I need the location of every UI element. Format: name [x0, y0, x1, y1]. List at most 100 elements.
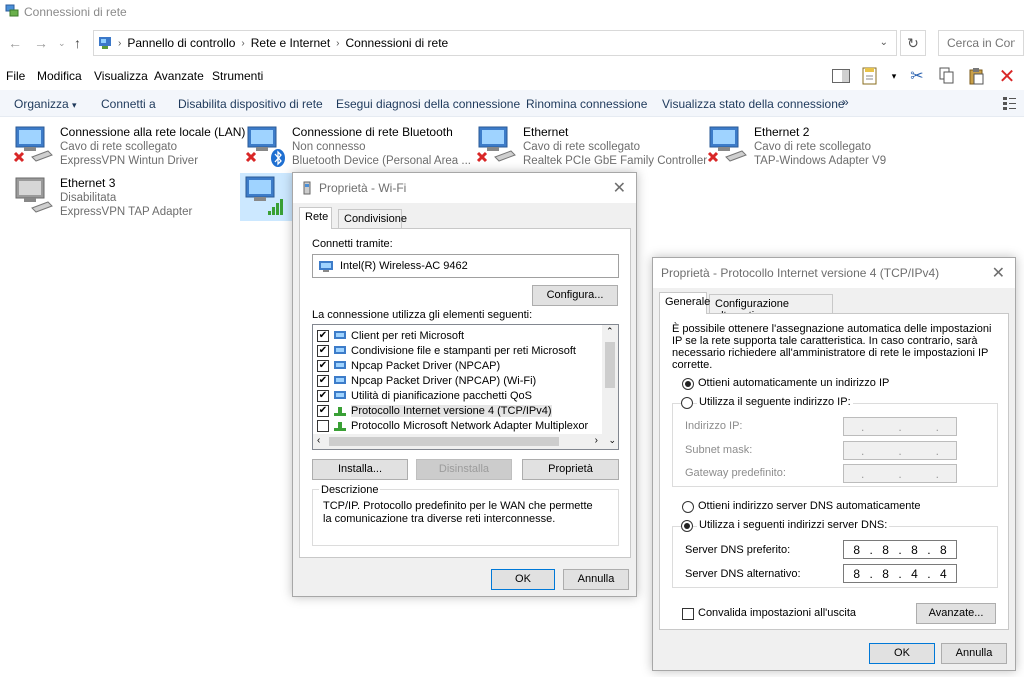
- list-item[interactable]: ✔ Utilità di pianificazione pacchetti Qo…: [317, 388, 532, 403]
- menu-tools[interactable]: Strumenti: [212, 69, 263, 83]
- service-icon: [334, 345, 346, 354]
- list-item[interactable]: ✔ Client per reti Microsoft: [317, 328, 464, 343]
- close-icon[interactable]: ✕: [613, 178, 626, 198]
- auto-ip-label[interactable]: Ottieni automaticamente un indirizzo IP: [698, 377, 889, 389]
- breadcrumb-control-panel[interactable]: Pannello di controllo: [127, 36, 235, 50]
- view-status-button[interactable]: Visualizza stato della connessione: [662, 97, 845, 111]
- scroll-thumb[interactable]: [329, 437, 559, 446]
- cancel-button[interactable]: Annulla: [941, 643, 1007, 664]
- preview-pane-icon[interactable]: [830, 65, 852, 87]
- up-arrow-icon[interactable]: ↑: [74, 35, 81, 51]
- preferred-dns-field[interactable]: 8. 8. 8. 8: [843, 540, 957, 559]
- adapter-field: Intel(R) Wireless-AC 9462: [312, 254, 619, 278]
- ip-address-field[interactable]: . . .: [843, 417, 957, 436]
- menu-file[interactable]: File: [6, 69, 25, 83]
- scroll-thumb[interactable]: [605, 342, 615, 388]
- address-row: ← → ⌄ ↑ › Pannello di controllo › Rete e…: [0, 28, 1024, 58]
- scroll-down-icon[interactable]: ⌄: [608, 435, 616, 446]
- tab-alternate-configuration[interactable]: Configurazione alternativa: [709, 294, 833, 322]
- auto-ip-radio[interactable]: [682, 378, 694, 390]
- breadcrumb-network-connections[interactable]: Connessioni di rete: [346, 36, 449, 50]
- connection-device: ExpressVPN Wintun Driver: [60, 155, 199, 167]
- connect-using-label: Connetti tramite:: [312, 238, 393, 250]
- list-item[interactable]: ✔ Condivisione file e stampanti per reti…: [317, 343, 576, 358]
- item-checkbox[interactable]: ✔: [317, 344, 329, 357]
- connection-device: ExpressVPN TAP Adapter: [60, 206, 193, 218]
- item-checkbox[interactable]: ✔: [317, 329, 329, 342]
- menu-advanced[interactable]: Avanzate: [154, 69, 204, 83]
- connection-name: Ethernet: [523, 125, 569, 139]
- properties-icon[interactable]: [860, 65, 882, 87]
- disable-device-button[interactable]: Disabilita dispositivo di rete: [178, 97, 323, 111]
- list-item[interactable]: ✔ Protocollo Internet versione 4 (TCP/IP…: [317, 403, 552, 418]
- manual-dns-radio[interactable]: [681, 520, 693, 532]
- horizontal-scrollbar[interactable]: ‹ › ⌄: [313, 434, 618, 449]
- menu-view[interactable]: Visualizza: [94, 69, 148, 83]
- advanced-button[interactable]: Avanzate...: [916, 603, 996, 624]
- gateway-field[interactable]: . . .: [843, 464, 957, 483]
- item-checkbox[interactable]: [317, 419, 329, 432]
- paste-icon[interactable]: [966, 65, 988, 87]
- item-checkbox[interactable]: ✔: [317, 374, 329, 387]
- install-button[interactable]: Installa...: [312, 459, 408, 480]
- list-item[interactable]: ✔ Npcap Packet Driver (NPCAP) (Wi-Fi): [317, 373, 536, 388]
- menu-edit[interactable]: Modifica: [37, 69, 82, 83]
- delete-icon[interactable]: ✕: [996, 65, 1018, 88]
- list-item[interactable]: ✔ Npcap Packet Driver (NPCAP): [317, 358, 500, 373]
- ok-button[interactable]: OK: [869, 643, 935, 664]
- ok-button[interactable]: OK: [491, 569, 555, 590]
- subnet-mask-field[interactable]: . . .: [843, 441, 957, 460]
- manual-ip-radio[interactable]: [681, 397, 693, 409]
- list-item[interactable]: Protocollo Microsoft Network Adapter Mul…: [317, 418, 588, 433]
- more-commands-button[interactable]: »: [842, 95, 849, 109]
- validate-label[interactable]: Convalida impostazioni all'uscita: [698, 607, 856, 619]
- copy-icon[interactable]: [936, 65, 958, 87]
- network-connections-app-icon: [5, 4, 19, 17]
- close-icon[interactable]: ✕: [992, 263, 1005, 283]
- item-label: Client per reti Microsoft: [351, 329, 465, 342]
- auto-dns-label[interactable]: Ottieni indirizzo server DNS automaticam…: [698, 500, 921, 512]
- scroll-right-icon[interactable]: ›: [595, 435, 598, 446]
- item-checkbox[interactable]: ✔: [317, 404, 329, 417]
- properties-button[interactable]: Proprietà: [522, 459, 619, 480]
- auto-dns-radio[interactable]: [682, 501, 694, 513]
- description-label: Descrizione: [319, 484, 381, 496]
- alternate-dns-field[interactable]: 8. 8. 4. 4: [843, 564, 957, 583]
- manual-dns-label[interactable]: Utilizza i seguenti indirizzi server DNS…: [697, 519, 890, 531]
- breadcrumb-network-internet[interactable]: Rete e Internet: [251, 36, 330, 50]
- cancel-button[interactable]: Annulla: [563, 569, 629, 590]
- protocol-icon: [334, 406, 346, 416]
- tab-general[interactable]: Generale: [659, 292, 710, 314]
- connect-to-button[interactable]: Connetti a: [101, 97, 156, 111]
- adapter-name: Intel(R) Wireless-AC 9462: [340, 260, 468, 272]
- forward-arrow-icon[interactable]: →: [34, 35, 48, 51]
- organize-button[interactable]: Organizza ▾: [14, 97, 77, 111]
- address-dropdown-chevron-icon[interactable]: ⌄: [880, 37, 888, 48]
- bluetooth-adapter-icon: [245, 126, 285, 167]
- tab-network[interactable]: Rete: [299, 207, 332, 229]
- scroll-up-icon[interactable]: ⌃: [606, 326, 614, 337]
- search-input[interactable]: [939, 31, 1023, 55]
- octet-separator: .: [935, 466, 939, 481]
- item-checkbox[interactable]: ✔: [317, 359, 329, 372]
- item-checkbox[interactable]: ✔: [317, 389, 329, 402]
- uninstall-button[interactable]: Disinstalla: [416, 459, 512, 480]
- scroll-left-icon[interactable]: ‹: [317, 435, 320, 446]
- vertical-scrollbar[interactable]: ⌃: [602, 325, 618, 436]
- cut-icon[interactable]: ✂: [906, 65, 928, 87]
- address-bar[interactable]: › Pannello di controllo › Rete e Interne…: [93, 30, 897, 56]
- change-view-icon[interactable]: [1002, 95, 1018, 111]
- wifi-connection-item[interactable]: [240, 173, 292, 221]
- diagnose-connection-button[interactable]: Esegui diagnosi della connessione: [336, 97, 520, 111]
- rename-connection-button[interactable]: Rinomina connessione: [526, 97, 647, 111]
- validate-checkbox[interactable]: [682, 608, 694, 620]
- search-box[interactable]: [938, 30, 1024, 56]
- configure-button[interactable]: Configura...: [532, 285, 618, 306]
- back-arrow-icon[interactable]: ←: [8, 35, 22, 51]
- manual-ip-label[interactable]: Utilizza il seguente indirizzo IP:: [697, 396, 853, 408]
- tab-sharing[interactable]: Condivisione: [338, 209, 407, 229]
- refresh-button[interactable]: ↻: [900, 30, 926, 56]
- adapter-icon: [319, 261, 333, 272]
- properties-dropdown-chevron-icon[interactable]: ▾: [890, 65, 898, 87]
- recent-locations-chevron-icon[interactable]: ⌄: [58, 38, 66, 49]
